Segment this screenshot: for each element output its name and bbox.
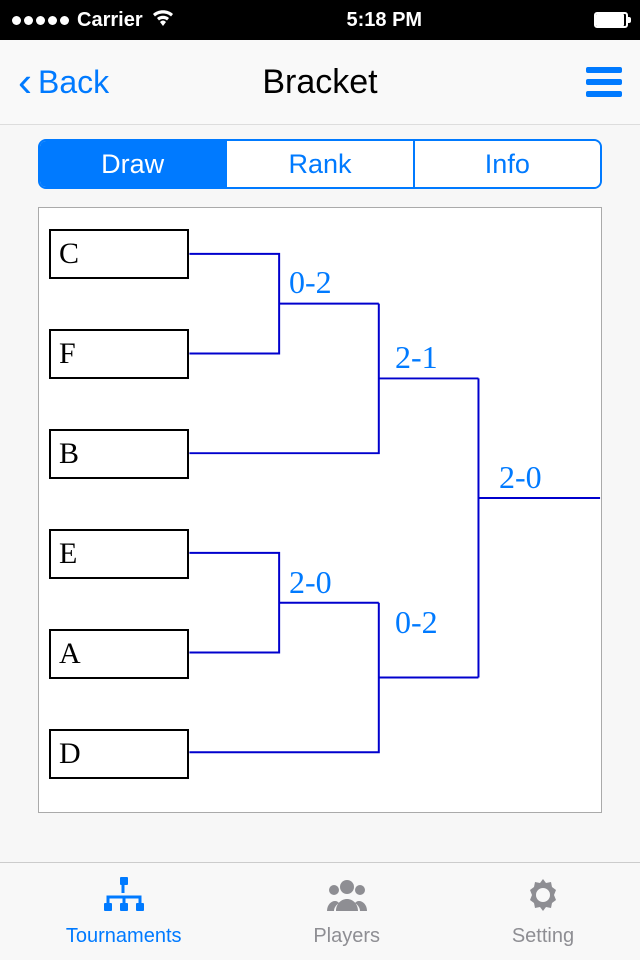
bracket-icon <box>102 875 146 921</box>
score-label: 2-0 <box>499 459 542 496</box>
player-box[interactable]: E <box>49 529 189 579</box>
tab-label: Players <box>313 925 380 948</box>
clock-label: 5:18 PM <box>347 9 423 32</box>
back-label: Back <box>38 64 109 101</box>
player-box[interactable]: B <box>49 429 189 479</box>
player-box[interactable]: A <box>49 629 189 679</box>
score-label: 2-1 <box>395 339 438 376</box>
bracket-diagram[interactable]: C F B E A D 0-2 2-0 2-1 0-2 2-0 <box>38 207 602 813</box>
player-box[interactable]: F <box>49 329 189 379</box>
menu-icon[interactable] <box>586 67 622 97</box>
back-button[interactable]: ‹ Back <box>18 61 109 103</box>
status-bar: Carrier 5:18 PM <box>0 0 640 40</box>
tab-label: Setting <box>512 925 574 948</box>
carrier-label: Carrier <box>77 9 143 32</box>
score-label: 0-2 <box>289 264 332 301</box>
wifi-icon <box>151 8 175 32</box>
tab-tournaments[interactable]: Tournaments <box>66 875 182 948</box>
battery-icon <box>594 12 628 28</box>
signal-dots-icon <box>12 16 69 25</box>
segment-control: Draw Rank Info <box>38 139 602 189</box>
tab-setting[interactable]: Setting <box>512 875 574 948</box>
people-icon <box>325 875 369 921</box>
player-box[interactable]: C <box>49 229 189 279</box>
gear-icon <box>521 875 565 921</box>
chevron-left-icon: ‹ <box>18 61 32 103</box>
segment-draw[interactable]: Draw <box>40 141 227 187</box>
score-label: 0-2 <box>395 604 438 641</box>
score-label: 2-0 <box>289 564 332 601</box>
tab-bar: Tournaments Players Setting <box>0 862 640 960</box>
nav-bar: ‹ Back Bracket <box>0 40 640 125</box>
player-box[interactable]: D <box>49 729 189 779</box>
segment-info[interactable]: Info <box>415 141 600 187</box>
page-title: Bracket <box>262 63 377 102</box>
segment-rank[interactable]: Rank <box>227 141 414 187</box>
tab-players[interactable]: Players <box>313 875 380 948</box>
tab-label: Tournaments <box>66 925 182 948</box>
